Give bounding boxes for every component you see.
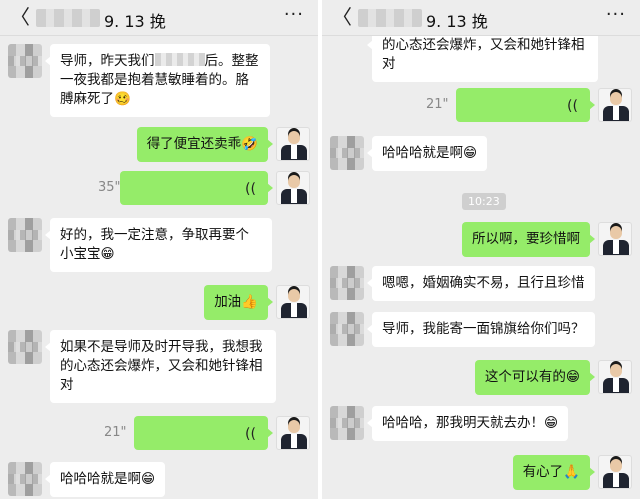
- message-bubble-received[interactable]: 如果不是导师及时开导我，我想我的心态还会爆炸，又会和她针锋相对: [45, 330, 276, 403]
- my-avatar[interactable]: [276, 171, 310, 205]
- message-text: 哈哈哈就是啊😁: [382, 145, 478, 161]
- voice-wave-icon: )): [245, 180, 256, 196]
- more-options-icon[interactable]: ···: [284, 4, 304, 25]
- message-bubble-sent[interactable]: 所以啊，要珍惜啊: [462, 222, 595, 257]
- contact-avatar[interactable]: [330, 266, 364, 300]
- my-avatar[interactable]: [276, 416, 310, 450]
- contact-avatar[interactable]: [330, 136, 364, 170]
- voice-duration: 21": [426, 97, 449, 112]
- message-text: 嗯嗯，婚姻确实不易，且行且珍惜: [382, 275, 585, 291]
- message-text: 如果不是导师及时开导我，我想我的心态还会爆炸，又会和她针锋相对: [60, 339, 263, 393]
- more-options-icon[interactable]: ···: [606, 4, 626, 25]
- chat-header: 〈 9. 13 挽 ···: [0, 0, 318, 36]
- message-text: 这个可以有的😁: [484, 369, 580, 385]
- back-icon[interactable]: 〈: [10, 6, 30, 28]
- contact-avatar[interactable]: [8, 462, 42, 496]
- my-avatar[interactable]: [598, 222, 632, 256]
- message-bubble-received[interactable]: 哈哈哈，那我明天就去办！😁: [366, 406, 569, 441]
- voice-message-bubble[interactable]: )): [134, 416, 273, 450]
- message-bubble-received[interactable]: 哈哈哈就是啊😁: [366, 136, 488, 171]
- chat-panel-right: 〈 9. 13 挽 ··· 的心态还会爆炸，又会和她针锋相对 21" )) 哈哈…: [322, 0, 640, 499]
- contact-avatar[interactable]: [330, 312, 364, 346]
- message-bubble-received[interactable]: 的心态还会爆炸，又会和她针锋相对: [367, 28, 598, 82]
- my-avatar[interactable]: [598, 360, 632, 394]
- message-bubble-sent[interactable]: 这个可以有的😁: [474, 360, 596, 395]
- back-icon[interactable]: 〈: [332, 6, 352, 28]
- chat-title: 9. 13 挽: [426, 12, 488, 31]
- voice-message-bubble[interactable]: )): [456, 88, 595, 122]
- chat-header: 〈 9. 13 挽 ···: [322, 0, 640, 36]
- message-text: 哈哈哈就是啊😁: [60, 471, 156, 487]
- message-bubble-sent[interactable]: 有心了🙏: [512, 455, 596, 490]
- message-text: 加油👍: [214, 294, 258, 310]
- message-text: 哈哈哈，那我明天就去办！😁: [382, 415, 559, 431]
- voice-duration: 21": [104, 425, 127, 440]
- voice-wave-icon: )): [245, 425, 256, 441]
- message-text: 导师，昨天我们: [60, 53, 155, 69]
- message-text: 好的，我一定注意，争取再要个小宝宝😁: [60, 227, 249, 262]
- my-avatar[interactable]: [598, 455, 632, 489]
- message-bubble-sent[interactable]: 得了便宜还卖乖🤣: [136, 127, 274, 162]
- chat-timestamp: 10:23: [462, 193, 506, 210]
- contact-avatar[interactable]: [8, 218, 42, 252]
- message-bubble-received[interactable]: 嗯嗯，婚姻确实不易，且行且珍惜: [367, 266, 595, 301]
- blurred-contact-name: [36, 9, 100, 27]
- contact-avatar[interactable]: [8, 330, 42, 364]
- message-text: 所以啊，要珍惜啊: [472, 231, 580, 247]
- message-text: 得了便宜还卖乖🤣: [146, 136, 258, 152]
- message-bubble-received[interactable]: 哈哈哈就是啊😁: [44, 462, 166, 497]
- my-avatar[interactable]: [276, 285, 310, 319]
- blurred-text: [154, 53, 205, 66]
- message-bubble-sent[interactable]: 加油👍: [204, 285, 273, 320]
- message-text: 有心了🙏: [522, 464, 580, 480]
- chat-panel-left: 〈 9. 13 挽 ··· 导师，昨天我们 后。整整一夜我都是抱着慧敏睡着的。胳膊…: [0, 0, 318, 499]
- contact-avatar[interactable]: [8, 44, 42, 78]
- message-bubble-received[interactable]: 好的，我一定注意，争取再要个小宝宝😁: [45, 218, 272, 272]
- my-avatar[interactable]: [276, 127, 310, 161]
- message-text: 导师，我能寄一面锦旗给你们吗？: [382, 321, 585, 337]
- message-text: 的心态还会爆炸，又会和她针锋相对: [382, 37, 585, 72]
- chat-title: 9. 13 挽: [104, 12, 166, 31]
- voice-message-bubble[interactable]: )): [120, 171, 273, 205]
- voice-duration: 35": [98, 180, 121, 195]
- message-bubble-received[interactable]: 导师，我能寄一面锦旗给你们吗？: [367, 312, 595, 347]
- message-bubble-received[interactable]: 导师，昨天我们 后。整整一夜我都是抱着慧敏睡着的。胳膊麻死了🥴: [45, 44, 270, 117]
- my-avatar[interactable]: [598, 88, 632, 122]
- blurred-contact-name: [358, 9, 422, 27]
- contact-avatar[interactable]: [330, 406, 364, 440]
- voice-wave-icon: )): [567, 97, 578, 113]
